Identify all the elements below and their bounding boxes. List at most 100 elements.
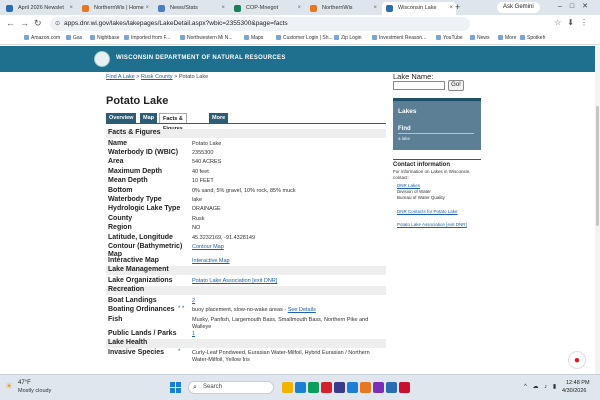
fact-value: NO [192,225,384,232]
browser-tab-label: April 2026 Newslet [18,5,64,11]
scrollbar-thumb[interactable] [596,106,599,226]
browser-tab[interactable]: Wisconsin Lake × [382,2,456,15]
tab-favicon-icon [310,5,317,12]
new-tab-button[interactable]: + [455,2,460,12]
ask-gemini-button[interactable]: Ask Gemini [497,2,540,13]
taskbar-app-icon[interactable] [295,382,306,393]
bookmark-item[interactable]: Imported from F... [124,35,170,41]
bookmark-item[interactable]: YouTube [436,35,463,41]
back-icon[interactable]: ← [6,18,15,28]
close-tab-icon[interactable]: × [373,2,377,15]
browser-tab[interactable]: COP-Mnegot × [230,2,304,15]
taskbar-app-icon[interactable] [347,382,358,393]
breadcrumb-county[interactable]: Rusk County [141,74,173,80]
fact-value-text: 2355300 [192,149,214,156]
browser-tab[interactable]: NorthernWis × [306,2,380,15]
fact-label: Region [108,224,132,232]
pdf-icon[interactable]: ⏺ [568,351,586,369]
fact-label: Bottom [108,186,133,194]
breadcrumb-find-lake[interactable]: Find A Lake [106,74,135,80]
weather-icon[interactable]: ☀ [5,381,13,392]
lakes-panel: Lakes Find a lake [393,98,481,150]
close-tab-icon[interactable]: × [145,2,149,15]
lakes-panel-title[interactable]: Lakes [398,108,416,115]
fact-value-link[interactable]: Interactive Map [192,258,230,264]
taskbar-search[interactable]: ⌕ Search [188,381,274,394]
breadcrumb-current: Potato Lake [178,74,209,80]
fact-value-link[interactable]: 1 [192,331,195,337]
taskbar-app-icon[interactable] [399,382,410,393]
close-tab-icon[interactable]: × [297,2,301,15]
bookmark-item[interactable]: Customer Login | Sh... [276,35,333,41]
facts-section-header: Lake Management [106,266,386,276]
toolbar-icons[interactable]: ☆⬇⋮ [554,18,594,27]
find-lake-sub: a lake [398,136,411,141]
taskbar-app-icon[interactable] [360,382,371,393]
taskbar-app-icon[interactable] [321,382,332,393]
tab-overview[interactable]: Overview [106,113,137,123]
browser-toolbar: ← → ↻ ⊙ apps.dnr.wi.gov/lakes/lakepages/… [0,15,600,33]
address-bar[interactable]: ⊙ apps.dnr.wi.gov/lakes/lakepages/LakeDe… [50,17,470,31]
page-scrollbar[interactable] [595,46,600,374]
taskbar-search-label: Search [203,384,223,390]
browser-tab[interactable]: NorthernWis | Home × [78,2,152,15]
tab-facts-figures[interactable]: Facts & Figures [159,113,187,132]
weather-temperature[interactable]: 47°F [18,380,31,386]
windows-start-icon[interactable] [170,382,181,393]
forward-icon[interactable]: → [20,18,29,28]
dnr-logo[interactable] [94,51,110,67]
bookmark-item[interactable]: Spotkeh [520,35,545,41]
see-details-link[interactable]: See Details [288,307,316,313]
fact-label: Mean Depth [108,177,148,185]
bookmark-item[interactable]: News [470,35,490,41]
agency-title: WISCONSIN DEPARTMENT OF NATURAL RESOURCE… [116,55,286,61]
bookmark-item[interactable]: Amazon.com [24,35,60,41]
fact-value-link[interactable]: 2 [192,298,195,304]
bookmark-item[interactable]: Maps [244,35,263,41]
section-title: Facts & Figures [108,129,161,136]
browser-tab[interactable]: April 2026 Newslet × [2,2,76,15]
fact-label: Lake Organizations [108,276,173,284]
association-link[interactable]: Potato Lake Association [exit DNR] [397,222,467,227]
footnote-asterisk[interactable]: * * [178,306,184,312]
fact-value: 45.3232169, -91.4328149 [192,235,384,242]
close-tab-icon[interactable]: × [69,2,73,15]
fact-label: County [108,214,133,222]
bookmark-item[interactable]: Zip Login [334,35,362,41]
bookmark-item[interactable]: Nightbase [90,35,120,41]
fact-value-text: 45.3232169, -91.4328149 [192,234,256,241]
reload-icon[interactable]: ↻ [34,18,42,29]
taskbar-app-icon[interactable] [282,382,293,393]
tab-map[interactable]: Map [140,113,157,123]
taskbar-app-icon[interactable] [334,382,345,393]
taskbar-app-icon[interactable] [308,382,319,393]
taskbar-app-icon[interactable] [373,382,384,393]
taskbar-app-icon[interactable] [386,382,397,393]
window-controls[interactable]: –□✕ [558,2,596,10]
system-tray-icons[interactable]: ^ ☁ ♪ ▮ [524,383,558,390]
close-tab-icon[interactable]: × [449,2,453,15]
footnote-asterisk[interactable]: * [178,349,180,355]
fact-label: Public Lands / Parks [108,329,177,337]
bookmark-item[interactable]: Gas [66,35,82,41]
fact-value-link[interactable]: Potato Lake Association [exit DNR] [192,278,277,284]
tab-favicon-icon [6,5,13,12]
clock-time[interactable]: 12:48 PM [566,380,590,386]
bookmark-item[interactable]: Investment Reason... [372,35,426,41]
bookmark-item[interactable]: Northwestern Mi N... [180,35,233,41]
bureau-text: Bureau of Water Quality [397,195,445,200]
browser-tab[interactable]: News/Stats × [154,2,228,15]
tab-more[interactable]: More [209,113,229,123]
clock-date[interactable]: 4/30/2026 [562,388,586,394]
bookmark-item[interactable]: More [498,35,516,41]
close-tab-icon[interactable]: × [221,2,225,15]
browser-tab-strip: April 2026 Newslet × NorthernWis | Home × Ne… [0,0,600,15]
lake-name-input[interactable] [393,81,445,90]
dnr-contacts-link[interactable]: DNR Contacts for Potato Lake [397,209,477,214]
find-lake-link[interactable]: Find [398,126,411,132]
fact-value-link[interactable]: Contour Map [192,244,224,250]
weather-description[interactable]: Mostly cloudy [18,388,51,394]
go-button[interactable]: Go! [448,80,464,91]
site-info-icon[interactable]: ⊙ [55,17,60,31]
dnr-lakes-link[interactable]: DNR Lakes [397,183,477,188]
